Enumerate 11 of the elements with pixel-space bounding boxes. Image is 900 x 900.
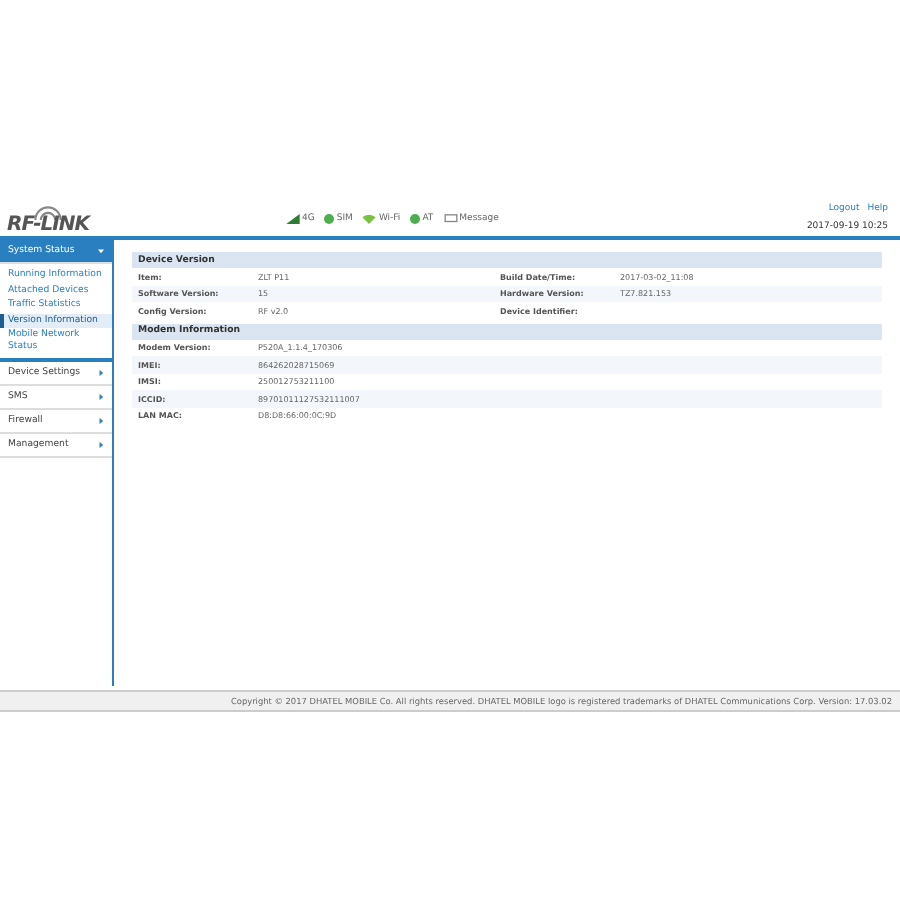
caret-icon	[98, 394, 104, 400]
signal-icon	[286, 214, 300, 224]
caret-icon	[98, 248, 104, 254]
caret-icon	[98, 370, 104, 376]
caret-icon	[98, 418, 104, 424]
message-icon	[443, 214, 458, 224]
wifi-icon	[362, 214, 377, 224]
logo-text: RF-LINK	[7, 214, 89, 236]
caret-icon	[98, 442, 104, 448]
status-dot-icon	[324, 214, 335, 224]
status-dot-icon	[410, 214, 421, 224]
